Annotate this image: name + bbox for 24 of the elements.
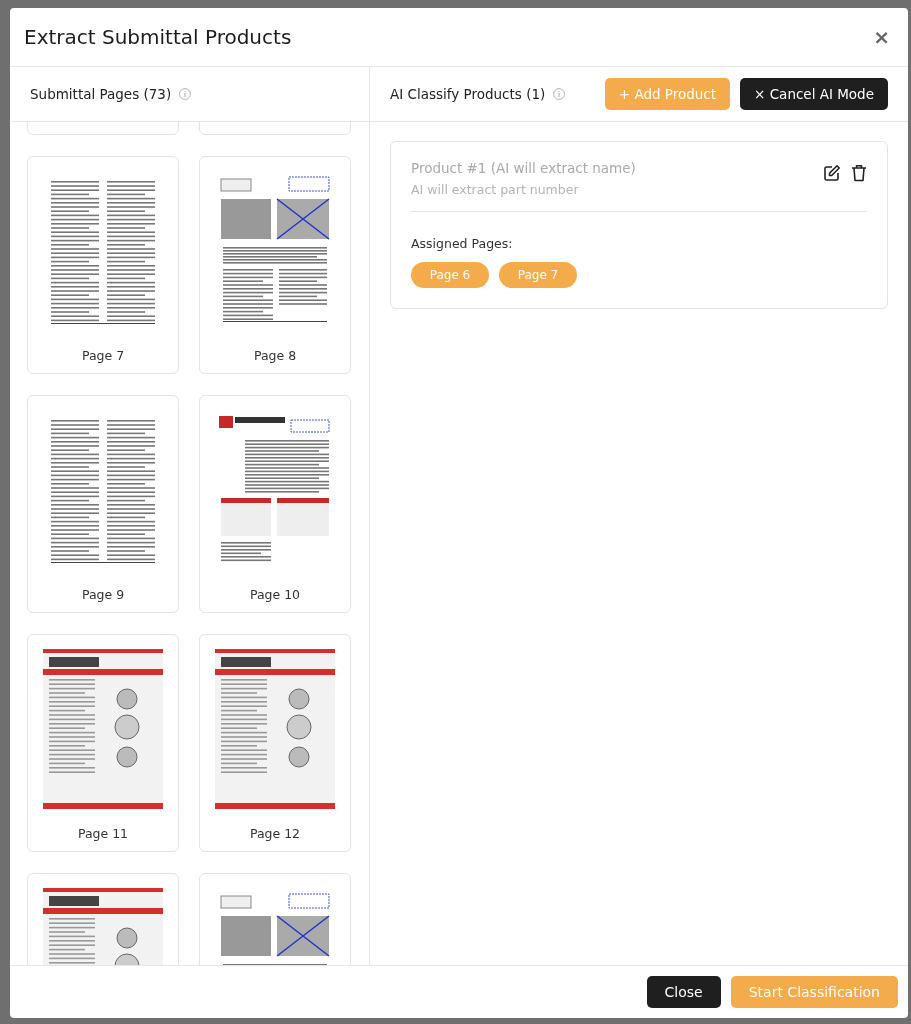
page-thumbnail-card[interactable]: Page 11: [27, 634, 179, 852]
page-thumbnail-card[interactable]: Page 8: [199, 156, 351, 374]
cancel-ai-mode-button[interactable]: × Cancel AI Mode: [740, 78, 888, 110]
close-button[interactable]: Close: [646, 976, 721, 1008]
page-label: Page 7: [81, 348, 125, 363]
page-thumbnail-card[interactable]: Page 7: [27, 156, 179, 374]
product-name: Product #1 (AI will extract name): [411, 160, 636, 176]
page-label: Page 8: [253, 348, 297, 363]
part-number: AI will extract part number: [411, 182, 580, 197]
page-label: Page 10: [249, 587, 301, 602]
page-label: Page 11: [77, 826, 129, 841]
edit-icon[interactable]: [823, 164, 841, 182]
info-icon: [553, 88, 566, 100]
info-icon: [179, 88, 192, 100]
dialog-title: Extract Submittal Products: [24, 25, 292, 49]
assigned-pages-label: Assigned Pages:: [411, 236, 514, 251]
page-label: Page 9: [81, 587, 125, 602]
trash-icon[interactable]: [851, 164, 867, 182]
page-thumbnail-card[interactable]: Page 9: [27, 395, 179, 613]
panel-title: AI Classify Products (1): [390, 86, 546, 102]
panel-title: Submittal Pages (73): [30, 86, 172, 102]
page-thumbnail-card[interactable]: Page 10: [199, 395, 351, 613]
page-thumbnail-card[interactable]: Page 12: [199, 634, 351, 852]
page-label: Page 12: [249, 826, 301, 841]
